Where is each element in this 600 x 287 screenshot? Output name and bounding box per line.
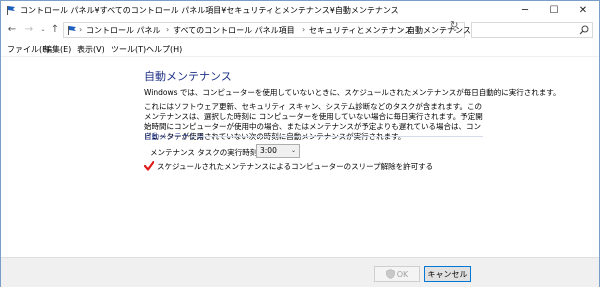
run-time-select[interactable]: 3:00 ⌄ xyxy=(256,144,300,158)
menu-edit[interactable]: 編集(E) xyxy=(44,44,71,55)
intro-text: Windows では、コンピューターを使用していないときに、スケジュールされたメ… xyxy=(144,88,561,97)
breadcrumb-control-panel[interactable]: コントロール パネル xyxy=(86,25,161,36)
search-box[interactable] xyxy=(471,22,593,38)
dialog-footer: OK キャンセル xyxy=(1,257,599,287)
flag-icon xyxy=(7,6,15,15)
menu-bar: ファイル(F) 編集(E) 表示(V) ツール(T) ヘルプ(H) xyxy=(1,41,599,57)
control-panel-icon xyxy=(68,26,76,35)
breadcrumb-separator: › xyxy=(302,25,306,34)
breadcrumb-auto-maintenance[interactable]: 自動メンテナンス xyxy=(407,25,471,36)
breadcrumb-separator: › xyxy=(400,25,404,34)
page-title: 自動メンテナンス xyxy=(144,70,232,83)
allow-wake-label[interactable]: スケジュールされたメンテナンスによるコンピューターのスリープ解除を許可する xyxy=(157,161,433,172)
breadcrumb-separator: › xyxy=(79,25,83,34)
search-icon xyxy=(579,25,589,35)
address-bar[interactable]: › コントロール パネル › すべてのコントロール パネル項目 › セキュリティ… xyxy=(63,22,471,38)
chevron-down-icon: ⌄ xyxy=(290,147,296,154)
navigation-bar: ← → ⌄ ↑ › コントロール パネル › すべてのコントロール パネル項目 … xyxy=(1,19,599,41)
title-bar: コントロール パネル¥すべてのコントロール パネル項目¥セキュリティとメンテナン… xyxy=(1,1,599,19)
run-time-value: 3:00 xyxy=(260,146,277,155)
uac-shield-icon xyxy=(385,269,395,279)
forward-button[interactable]: → xyxy=(23,23,35,37)
refresh-button[interactable]: ↻ xyxy=(450,20,458,31)
section-divider xyxy=(191,136,483,137)
cancel-button[interactable]: キャンセル xyxy=(424,266,471,282)
menu-view[interactable]: 表示(V) xyxy=(77,44,105,55)
allow-wake-checkbox[interactable] xyxy=(144,161,154,171)
close-button[interactable]: ✕ xyxy=(569,1,597,19)
window-title: コントロール パネル¥すべてのコントロール パネル項目¥セキュリティとメンテナン… xyxy=(20,6,399,15)
recent-dropdown-button[interactable]: ⌄ xyxy=(37,23,49,37)
breadcrumb-all-items[interactable]: すべてのコントロール パネル項目 xyxy=(173,25,295,36)
maximize-button[interactable]: ☐ xyxy=(540,1,568,19)
menu-help[interactable]: ヘルプ(H) xyxy=(146,44,182,55)
main-content: 自動メンテナンス Windows では、コンピューターを使用していないときに、ス… xyxy=(1,57,599,257)
control-panel-window: コントロール パネル¥すべてのコントロール パネル項目¥セキュリティとメンテナン… xyxy=(0,0,600,287)
breadcrumb-security-maintenance[interactable]: セキュリティとメンテナンス xyxy=(309,25,412,36)
ok-button[interactable]: OK xyxy=(374,266,420,282)
menu-tools[interactable]: ツール(T) xyxy=(111,44,146,55)
back-button[interactable]: ← xyxy=(6,23,18,37)
up-button[interactable]: ↑ xyxy=(49,23,61,37)
ok-label: OK xyxy=(396,269,409,279)
breadcrumb-separator: › xyxy=(166,25,170,34)
minimize-button[interactable]: ─ xyxy=(511,1,539,19)
